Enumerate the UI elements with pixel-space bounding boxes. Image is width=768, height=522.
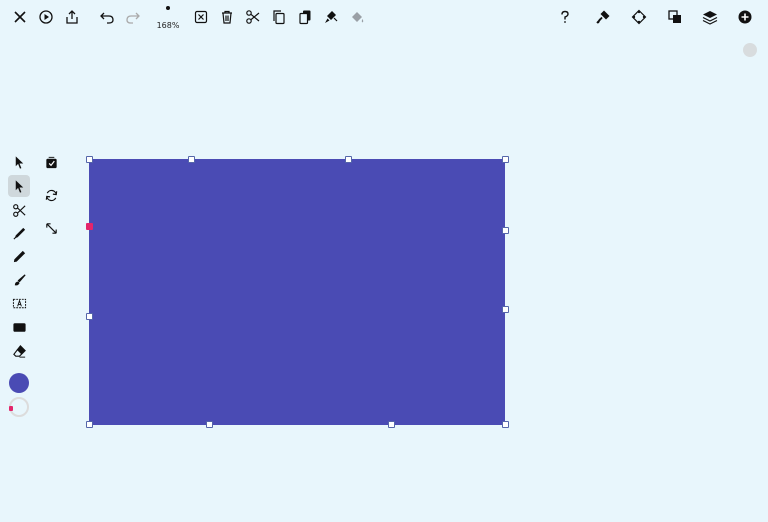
play-icon[interactable]: [35, 6, 57, 28]
trash-icon[interactable]: [216, 6, 238, 28]
fill-color-swatch[interactable]: [9, 373, 29, 393]
handle-left-1[interactable]: [86, 313, 93, 320]
eraser-tool[interactable]: [8, 340, 30, 362]
handle-right-1[interactable]: [502, 227, 509, 234]
paste-icon[interactable]: [294, 6, 316, 28]
layer-combine-icon[interactable]: [664, 6, 686, 28]
fill-icon[interactable]: [346, 6, 368, 28]
diamond-icon[interactable]: [628, 6, 650, 28]
handle-bottom-1[interactable]: [388, 421, 395, 428]
share-icon[interactable]: [61, 6, 83, 28]
rotate-icon[interactable]: [40, 184, 62, 206]
close-icon[interactable]: [9, 6, 31, 28]
handle-top-1[interactable]: [188, 156, 195, 163]
pen-tool[interactable]: [8, 222, 30, 244]
text-box-tool[interactable]: [8, 292, 30, 314]
zoom-label: 168%: [156, 21, 180, 30]
handle-left-active[interactable]: [86, 223, 93, 230]
status-indicator: [743, 43, 757, 57]
selected-rectangle-shape[interactable]: [89, 159, 505, 425]
resize-icon[interactable]: [40, 217, 62, 239]
handle-bottom-right[interactable]: [502, 421, 509, 428]
handle-bottom-2[interactable]: [206, 421, 213, 428]
confirm-box-icon[interactable]: [40, 151, 62, 173]
format-brush-icon[interactable]: [320, 6, 342, 28]
handle-top-right[interactable]: [502, 156, 509, 163]
tool-icon[interactable]: [592, 6, 614, 28]
zoom-dot: [166, 6, 170, 10]
redo-icon[interactable]: [122, 6, 144, 28]
cut-icon[interactable]: [242, 6, 264, 28]
layers-icon[interactable]: [699, 6, 721, 28]
add-icon[interactable]: [734, 6, 756, 28]
zoom-indicator[interactable]: 168%: [152, 4, 184, 30]
rectangle-tool[interactable]: [8, 316, 30, 338]
stroke-color-swatch[interactable]: [9, 397, 29, 417]
brush-tool[interactable]: [8, 269, 30, 291]
handle-top-2[interactable]: [345, 156, 352, 163]
delete-box-icon[interactable]: [190, 6, 212, 28]
pencil-tool[interactable]: [8, 245, 30, 267]
scissors-tool[interactable]: [8, 199, 30, 221]
undo-icon[interactable]: [96, 6, 118, 28]
select-arrow-tool[interactable]: [8, 151, 30, 173]
handle-top-left[interactable]: [86, 156, 93, 163]
handle-bottom-left[interactable]: [86, 421, 93, 428]
stroke-indicator-icon: [9, 406, 13, 411]
help-icon[interactable]: [554, 6, 576, 28]
direct-select-tool[interactable]: [8, 175, 30, 197]
copy-icon[interactable]: [268, 6, 290, 28]
handle-right-2[interactable]: [502, 306, 509, 313]
